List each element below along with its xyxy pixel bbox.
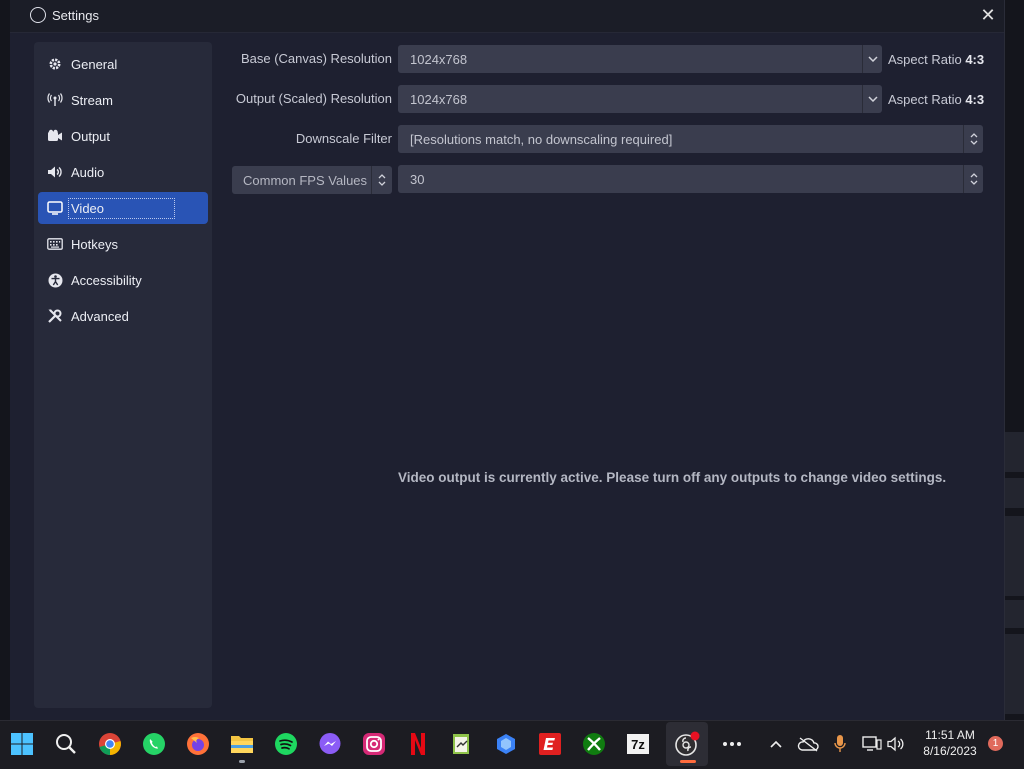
output-icon (47, 128, 63, 144)
more-icon[interactable] (718, 730, 746, 758)
sidebar-item-output[interactable]: Output (38, 120, 208, 152)
sidebar-item-label: Audio (71, 164, 105, 180)
downscale-filter-value: [Resolutions match, no downscaling requi… (410, 132, 673, 147)
aspect-ratio-label: Aspect Ratio (888, 52, 966, 67)
base-resolution-label: Base (Canvas) Resolution (240, 51, 392, 66)
sidebar-item-general[interactable]: General (38, 48, 208, 80)
spotify-icon[interactable] (272, 730, 300, 758)
title-bar: Settings ✕ (10, 0, 1004, 33)
speaker-icon (47, 164, 63, 180)
fps-type-select[interactable]: Common FPS Values (232, 166, 392, 194)
updown-arrows-icon[interactable] (371, 166, 392, 194)
messenger-icon[interactable] (316, 730, 344, 758)
fps-type-value: Common FPS Values (243, 173, 368, 188)
output-resolution-label: Output (Scaled) Resolution (235, 91, 392, 106)
whatsapp-icon[interactable] (140, 730, 168, 758)
sidebar-item-stream[interactable]: Stream (38, 84, 208, 116)
microphone-icon[interactable] (826, 730, 854, 758)
notification-badge[interactable]: 1 (988, 736, 1003, 751)
sidebar-item-accessibility[interactable]: Accessibility (38, 264, 208, 296)
output-resolution-combo[interactable]: 1024x768 (398, 85, 882, 113)
notepad-icon[interactable] (448, 730, 476, 758)
background-panel (1004, 432, 1024, 472)
system-clock[interactable]: 11:51 AM 8/16/2023 (914, 727, 986, 759)
video-active-notice: Video output is currently active. Please… (398, 470, 947, 485)
aspect-ratio-value: 4:3 (965, 92, 985, 107)
background-panel (1004, 516, 1024, 596)
chevron-up-icon[interactable] (762, 730, 790, 758)
start-icon[interactable] (8, 730, 36, 758)
chevron-down-icon[interactable] (862, 45, 882, 73)
chevron-down-icon[interactable] (862, 85, 882, 113)
espn-icon[interactable] (536, 730, 564, 758)
running-indicator-active (680, 760, 696, 763)
background-gear-button[interactable] (1004, 600, 1024, 628)
obs-logo-icon (30, 7, 46, 23)
monitor-icon (47, 200, 63, 216)
search-icon[interactable] (52, 730, 80, 758)
svg-text:7z: 7z (631, 737, 645, 752)
background-panel (1004, 634, 1024, 714)
netflix-icon[interactable] (404, 730, 432, 758)
sidebar-item-label: Hotkeys (71, 236, 118, 252)
accessibility-icon (47, 272, 63, 288)
running-indicator (239, 760, 245, 763)
xbox-icon[interactable] (580, 730, 608, 758)
base-aspect-ratio: Aspect Ratio 4:3 (888, 52, 984, 67)
keyboard-icon (47, 236, 63, 252)
clock-date: 8/16/2023 (923, 744, 977, 758)
chrome-icon[interactable] (96, 730, 124, 758)
copilot-icon[interactable] (492, 730, 520, 758)
sidebar-item-video[interactable]: Video (38, 192, 208, 224)
base-resolution-value: 1024x768 (410, 52, 468, 67)
broadcast-icon (47, 92, 63, 108)
tools-icon (47, 308, 63, 324)
settings-sidebar: General Stream Output Audio Video Hotkey… (34, 42, 212, 708)
aspect-ratio-label: Aspect Ratio (888, 92, 966, 107)
fps-value: 30 (410, 172, 425, 187)
sidebar-item-label: Video (67, 197, 176, 219)
close-button[interactable]: ✕ (976, 4, 1000, 28)
output-aspect-ratio: Aspect Ratio 4:3 (888, 92, 984, 107)
sidebar-item-hotkeys[interactable]: Hotkeys (38, 228, 208, 260)
settings-window: Settings ✕ General Stream Output Audio V… (10, 0, 1005, 720)
sidebar-item-label: Advanced (71, 308, 129, 324)
sidebar-item-advanced[interactable]: Advanced (38, 300, 208, 332)
sidebar-item-label: Stream (71, 92, 113, 108)
updown-arrows-icon[interactable] (963, 125, 983, 153)
onedrive-offline-icon[interactable] (794, 730, 822, 758)
downscale-filter-select[interactable]: [Resolutions match, no downscaling requi… (398, 125, 983, 153)
gear-icon (47, 56, 63, 72)
clock-time: 11:51 AM (925, 728, 975, 742)
sidebar-item-audio[interactable]: Audio (38, 156, 208, 188)
background-app-right-edge (1004, 0, 1024, 720)
aspect-ratio-value: 4:3 (965, 52, 985, 67)
file-explorer-icon[interactable] (228, 730, 256, 758)
volume-icon[interactable] (882, 730, 910, 758)
output-resolution-value: 1024x768 (410, 92, 468, 107)
downscale-filter-label: Downscale Filter (295, 131, 392, 146)
background-panel (1004, 478, 1024, 508)
fps-value-select[interactable]: 30 (398, 165, 983, 193)
sidebar-item-label: General (71, 56, 118, 72)
instagram-icon[interactable] (360, 730, 388, 758)
firefox-icon[interactable] (184, 730, 212, 758)
sidebar-item-label: Output (71, 128, 111, 144)
obs-icon[interactable] (673, 730, 701, 758)
window-title: Settings (52, 8, 99, 23)
updown-arrows-icon[interactable] (963, 165, 983, 193)
sidebar-item-label: Accessibility (71, 272, 142, 288)
background-app-left-edge (0, 0, 19, 720)
7zip-icon[interactable]: 7z (624, 730, 652, 758)
base-resolution-combo[interactable]: 1024x768 (398, 45, 882, 73)
